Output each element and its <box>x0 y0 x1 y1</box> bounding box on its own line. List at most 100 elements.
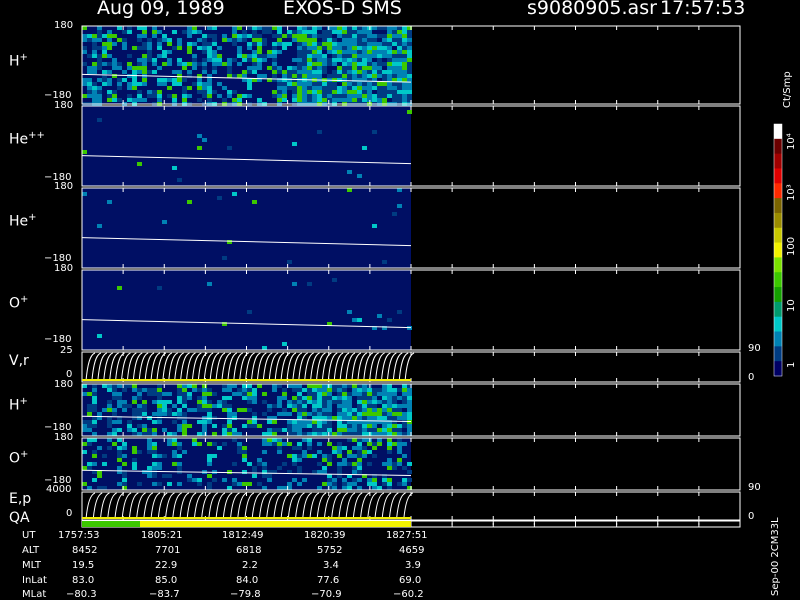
spectrogram-cell <box>392 212 397 216</box>
spectrogram-cell <box>287 404 292 408</box>
spectrogram-cell <box>402 82 407 86</box>
spectrogram-cell <box>252 26 257 30</box>
spectrogram-cell <box>317 94 322 98</box>
spectrogram-cell <box>102 70 107 74</box>
spectrogram-cell <box>157 286 162 290</box>
spectrogram-cell <box>222 442 227 446</box>
spectrogram-cell <box>367 66 372 70</box>
spectrogram-cell <box>177 70 182 74</box>
spectrogram-cell <box>332 432 337 436</box>
spectrogram-cell <box>347 62 352 66</box>
spectrogram-cell <box>202 404 207 408</box>
spectrogram-cell <box>197 432 202 436</box>
spectrogram-cell <box>337 392 342 396</box>
spectrogram-cell <box>407 408 412 412</box>
spectrogram-cell <box>277 486 282 490</box>
spectrogram-cell <box>347 66 352 70</box>
spectrogram-cell <box>352 470 357 474</box>
spectrogram-cell <box>407 396 412 400</box>
spectrogram-cell <box>337 388 342 392</box>
spectrogram-cell <box>107 200 112 204</box>
spectrogram-cell <box>327 26 332 30</box>
spectrogram-cell <box>397 188 402 192</box>
spectrogram-cell <box>392 462 397 466</box>
colorbar-step <box>774 183 782 199</box>
spectrogram-cell <box>262 42 267 46</box>
spectrogram-cell <box>302 388 307 392</box>
spectrogram-cell <box>247 26 252 30</box>
spectrogram-cell <box>217 94 222 98</box>
spectrogram-cell <box>227 146 232 150</box>
spectrogram-cell <box>282 412 287 416</box>
spectrogram-cell <box>247 392 252 396</box>
spectrogram-cell <box>327 428 332 432</box>
spectrogram-cell <box>157 466 162 470</box>
spectrogram-cell <box>272 404 277 408</box>
spectrogram-cell <box>237 432 242 436</box>
spectrogram-cell <box>387 42 392 46</box>
spectrogram-cell <box>307 34 312 38</box>
spectrogram-cell <box>317 404 322 408</box>
spectrogram-cell <box>402 54 407 58</box>
spectrogram-cell <box>367 38 372 42</box>
spectrogram-cell <box>377 82 382 86</box>
spectrogram-cell <box>177 388 182 392</box>
spectrogram-cell <box>157 66 162 70</box>
spectrogram-cell <box>92 462 97 466</box>
spectrogram-cell <box>387 74 392 78</box>
spectrogram-cell <box>392 98 397 102</box>
spectrogram-cell <box>262 54 267 58</box>
spectrogram-cell <box>222 388 227 392</box>
spectrogram-cell <box>212 404 217 408</box>
spectrogram-cell <box>397 458 402 462</box>
spectrogram-cell <box>277 86 282 90</box>
spectrogram-cell <box>322 482 327 486</box>
spectrogram-cell <box>307 58 312 62</box>
spectrogram-cell <box>342 458 347 462</box>
spectrogram-cell <box>337 42 342 46</box>
spectrogram-cell <box>342 94 347 98</box>
spectrogram-cell <box>272 428 277 432</box>
spectrogram-cell <box>287 260 292 264</box>
spectrogram-cell <box>352 94 357 98</box>
colorbar-step <box>774 361 782 377</box>
spectrogram-cell <box>207 474 212 478</box>
panel-label-vr: V,r <box>9 353 29 369</box>
spectrogram-cell <box>92 98 97 102</box>
spectrogram-cell <box>317 34 322 38</box>
spectrogram-cell <box>312 26 317 30</box>
spectrogram-cell <box>297 408 302 412</box>
spectrogram-cell <box>357 392 362 396</box>
spectrogram-cell <box>337 30 342 34</box>
spectrogram-cell <box>167 442 172 446</box>
spectrogram-cell <box>352 74 357 78</box>
spectrogram-cell <box>142 34 147 38</box>
spectrogram-cell <box>262 432 267 436</box>
spectrogram-cell <box>297 400 302 404</box>
spectrogram-cell <box>297 442 302 446</box>
spectrogram-cell <box>372 432 377 436</box>
spectrogram-cell <box>292 90 297 94</box>
spectrogram-cell <box>262 412 267 416</box>
spectrogram-cell <box>342 462 347 466</box>
spectrogram-cell <box>377 50 382 54</box>
spectrogram-cell <box>202 62 207 66</box>
spectrogram-cell <box>112 58 117 62</box>
spectrogram-cell <box>267 50 272 54</box>
spectrogram-cell <box>297 42 302 46</box>
spectrogram-cell <box>102 54 107 58</box>
spectrogram-cell <box>272 388 277 392</box>
spectrogram-cell <box>277 412 282 416</box>
spectrogram-cell <box>142 408 147 412</box>
spectrogram-cell <box>382 388 387 392</box>
spectrogram-cell <box>282 428 287 432</box>
spectrogram-cell <box>137 90 142 94</box>
spectrogram-cell <box>207 458 212 462</box>
ytick-hepp-top: 180 <box>54 100 74 111</box>
spectrogram-cell <box>152 428 157 432</box>
spectrogram-cell <box>292 58 297 62</box>
spectrogram-cell <box>357 396 362 400</box>
spectrogram-cell <box>342 26 347 30</box>
spectrogram-cell <box>287 428 292 432</box>
spectrogram-o-plus <box>82 270 412 350</box>
